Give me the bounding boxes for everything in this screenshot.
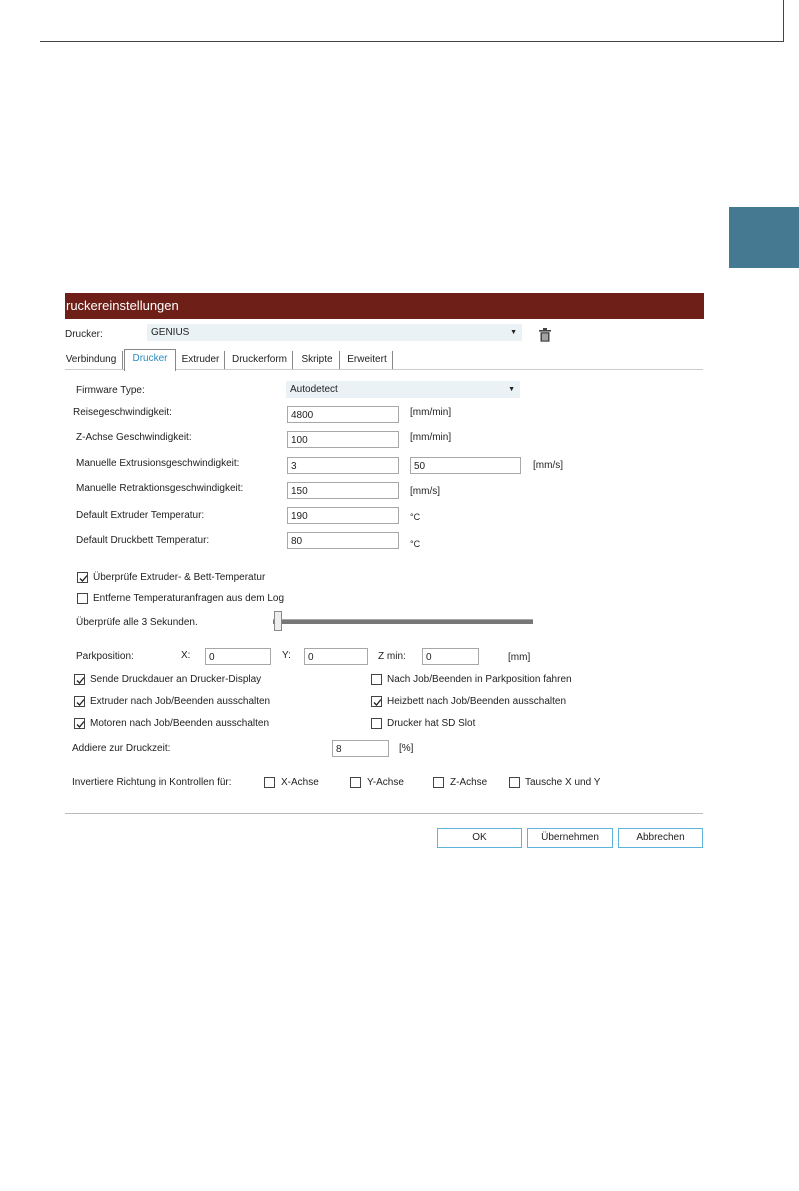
checkmark-icon	[373, 699, 382, 706]
tab-skripte[interactable]: Skripte	[295, 351, 340, 369]
add-print-time-unit: [%]	[399, 743, 414, 754]
tab-label: Verbindung	[65, 354, 117, 365]
park-x-input[interactable]: 0	[205, 648, 271, 665]
chevron-down-icon: ▼	[508, 386, 515, 393]
checkmark-icon	[76, 721, 85, 728]
tab-extruder[interactable]: Extruder	[177, 351, 225, 369]
printer-select-value: GENIUS	[151, 327, 190, 338]
bed-off-label: Heizbett nach Job/Beenden ausschalten	[387, 696, 567, 707]
invert-x-checkbox[interactable]	[264, 777, 275, 788]
extrusion-speed-label: Manuelle Extrusionsgeschwindigkeit:	[76, 458, 240, 469]
travel-speed-unit: [mm/min]	[410, 407, 452, 418]
page-corner-mark	[783, 0, 784, 42]
tab-label: Erweitert	[347, 354, 387, 365]
cancel-button[interactable]: Abbrechen	[618, 828, 703, 848]
swap-xy-label: Tausche X und Y	[525, 777, 601, 788]
tab-verbindung[interactable]: Verbindung	[60, 351, 123, 369]
invert-x-label: X-Achse	[281, 777, 319, 788]
printer-label: Drucker:	[65, 329, 103, 340]
motors-off-label: Motoren nach Job/Beenden ausschalten	[90, 718, 270, 729]
bed-off-checkbox[interactable]	[371, 696, 382, 707]
firmware-label: Firmware Type:	[76, 385, 145, 396]
add-print-time-input[interactable]: 8	[332, 740, 389, 757]
park-x-label: X:	[181, 650, 191, 661]
invert-z-label: Z-Achse	[450, 777, 488, 788]
send-duration-label: Sende Druckdauer an Drucker-Display	[90, 674, 262, 685]
park-zmin-input[interactable]: 0	[422, 648, 479, 665]
park-after-job-label: Nach Job/Beenden in Parkposition fahren	[387, 674, 572, 685]
retraction-speed-input[interactable]: 150	[287, 482, 399, 499]
checkmark-icon	[76, 699, 85, 706]
park-label: Parkposition:	[76, 651, 134, 662]
remove-temp-log-checkbox[interactable]	[77, 593, 88, 604]
check-interval-slider[interactable]	[273, 619, 533, 624]
sd-slot-checkbox[interactable]	[371, 718, 382, 729]
park-unit: [mm]	[508, 652, 531, 663]
check-temp-label: Überprüfe Extruder- & Bett-Temperatur	[93, 572, 266, 583]
retraction-speed-unit: [mm/s]	[410, 486, 440, 497]
chevron-down-icon: ▼	[510, 329, 517, 336]
checkmark-icon	[76, 677, 85, 684]
extruder-temp-input[interactable]: 190	[287, 507, 399, 524]
park-y-label: Y:	[282, 650, 291, 661]
motors-off-checkbox[interactable]	[74, 718, 85, 729]
invert-z-checkbox[interactable]	[433, 777, 444, 788]
trash-icon[interactable]	[539, 328, 551, 342]
chapter-side-tab	[729, 207, 799, 268]
park-zmin-label: Z min:	[378, 651, 406, 662]
z-speed-unit: [mm/min]	[410, 432, 452, 443]
tab-drucker[interactable]: Drucker	[124, 349, 176, 371]
apply-button[interactable]: Übernehmen	[527, 828, 613, 848]
page-rule	[40, 41, 784, 42]
tab-label: Extruder	[181, 354, 220, 365]
travel-speed-label: Reisegeschwindigkeit:	[73, 407, 172, 418]
dialog-title: ruckereinstellungen	[66, 298, 179, 313]
tab-label: Druckerform	[231, 354, 287, 365]
invert-y-label: Y-Achse	[367, 777, 404, 788]
tab-label: Skripte	[301, 354, 333, 365]
checkmark-icon	[79, 575, 88, 582]
check-temp-checkbox[interactable]	[77, 572, 88, 583]
bed-temp-input[interactable]: 80	[287, 532, 399, 549]
invert-label: Invertiere Richtung in Kontrollen für:	[72, 777, 232, 788]
invert-y-checkbox[interactable]	[350, 777, 361, 788]
check-interval-label: Überprüfe alle 3 Sekunden.	[76, 617, 198, 628]
add-print-time-label: Addiere zur Druckzeit:	[72, 743, 171, 754]
footer-divider	[65, 813, 703, 814]
extrusion-speed-unit: [mm/s]	[533, 460, 563, 471]
check-interval-slider-thumb[interactable]	[274, 611, 282, 631]
tab-label: Drucker	[132, 353, 168, 364]
bed-temp-unit: °C	[410, 539, 421, 549]
z-speed-input[interactable]: 100	[287, 431, 399, 448]
travel-speed-input[interactable]: 4800	[287, 406, 399, 423]
extruder-off-label: Extruder nach Job/Beenden ausschalten	[90, 696, 271, 707]
bed-temp-label: Default Druckbett Temperatur:	[76, 535, 210, 546]
z-speed-label: Z-Achse Geschwindigkeit:	[76, 432, 192, 443]
tab-druckerform[interactable]: Druckerform	[227, 351, 293, 369]
printer-select[interactable]: GENIUS ▼	[147, 324, 522, 341]
printer-settings-dialog: ruckereinstellungen Drucker: GENIUS ▼ Ve…	[65, 293, 704, 863]
park-y-input[interactable]: 0	[304, 648, 368, 665]
firmware-select[interactable]: Autodetect ▼	[286, 381, 520, 398]
ok-button[interactable]: OK	[437, 828, 522, 848]
remove-temp-log-label: Entferne Temperaturanfragen aus dem Log	[93, 593, 285, 604]
sd-slot-label: Drucker hat SD Slot	[387, 718, 476, 729]
send-duration-checkbox[interactable]	[74, 674, 85, 685]
swap-xy-checkbox[interactable]	[509, 777, 520, 788]
firmware-select-value: Autodetect	[290, 384, 338, 395]
extrusion-speed-input[interactable]: 3	[287, 457, 399, 474]
dialog-title-bar: ruckereinstellungen	[65, 293, 704, 319]
extrusion-speed-input-2[interactable]: 50	[410, 457, 521, 474]
extruder-off-checkbox[interactable]	[74, 696, 85, 707]
retraction-speed-label: Manuelle Retraktionsgeschwindigkeit:	[76, 483, 244, 494]
extruder-temp-label: Default Extruder Temperatur:	[76, 510, 205, 521]
extruder-temp-unit: °C	[410, 512, 421, 522]
park-after-job-checkbox[interactable]	[371, 674, 382, 685]
tab-erweitert[interactable]: Erweitert	[342, 351, 393, 369]
